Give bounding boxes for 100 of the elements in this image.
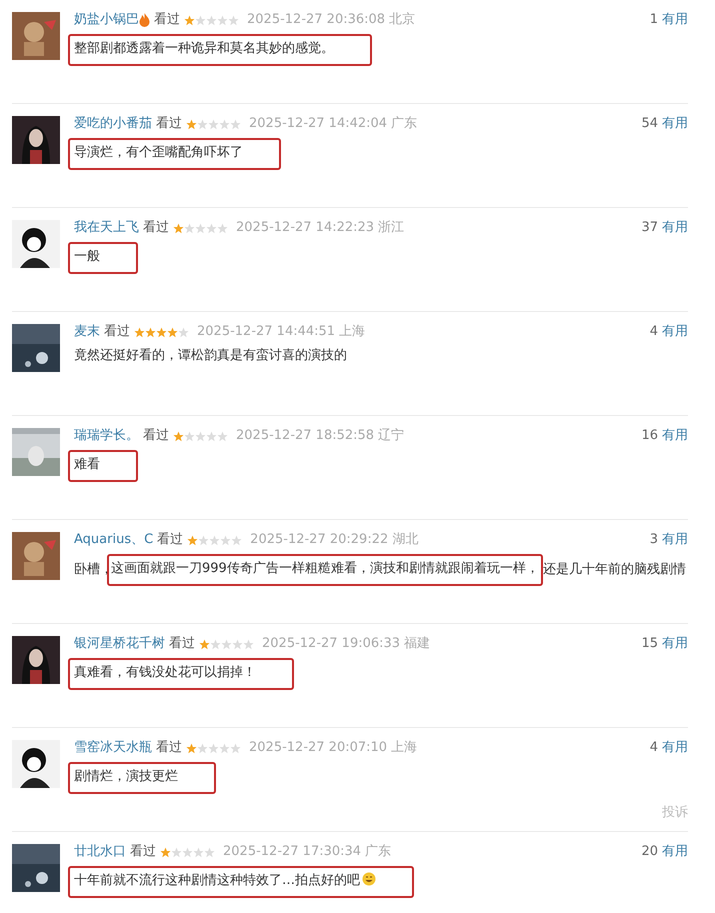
comment-time: 2025-12-27 17:30:34 bbox=[223, 843, 362, 861]
useful-link[interactable]: 有用 bbox=[662, 842, 688, 862]
star-icon bbox=[217, 14, 228, 26]
comment-time: 2025-12-27 14:22:23 bbox=[236, 219, 374, 237]
star-icon bbox=[195, 222, 206, 234]
useful-link[interactable]: 有用 bbox=[662, 218, 688, 238]
comment-time: 2025-12-27 20:36:08 bbox=[247, 11, 386, 29]
star-icon bbox=[230, 742, 241, 754]
star-icon bbox=[210, 638, 221, 650]
vote-count: 1 bbox=[650, 11, 658, 29]
highlighted-comment: 难看 bbox=[68, 450, 138, 482]
vote-count: 37 bbox=[641, 219, 658, 237]
star-icon bbox=[182, 846, 193, 858]
watched-status: 看过 bbox=[143, 219, 169, 237]
comment-time: 2025-12-27 14:44:51 bbox=[197, 323, 336, 341]
star-icon bbox=[206, 222, 217, 234]
user-name[interactable]: 爱吃的小番茄 bbox=[74, 114, 152, 134]
useful-link[interactable]: 有用 bbox=[662, 114, 688, 134]
highlighted-comment: 导演烂，有个歪嘴配角吓坏了 bbox=[68, 138, 281, 170]
useful-link[interactable]: 有用 bbox=[662, 10, 688, 30]
star-icon bbox=[173, 430, 184, 442]
comment-time: 2025-12-27 14:42:04 bbox=[249, 115, 388, 133]
comment-time: 2025-12-27 20:29:22 bbox=[250, 531, 388, 549]
useful-link[interactable]: 有用 bbox=[662, 738, 688, 758]
star-icon bbox=[145, 326, 156, 338]
comment-region: 广东 bbox=[391, 115, 418, 133]
vote-count: 20 bbox=[641, 843, 658, 861]
star-icon bbox=[197, 118, 208, 130]
star-icon bbox=[193, 846, 204, 858]
user-name[interactable]: 麦末 bbox=[74, 322, 100, 342]
comment-region: 浙江 bbox=[378, 219, 404, 237]
highlighted-comment: 一般 bbox=[68, 242, 138, 274]
star-icon bbox=[160, 846, 171, 858]
star-icon bbox=[217, 222, 228, 234]
star-icon bbox=[209, 534, 220, 546]
star-icon bbox=[232, 638, 243, 650]
user-name[interactable]: 瑞瑞学长。 bbox=[74, 426, 139, 446]
star-icon bbox=[221, 638, 232, 650]
highlighted-comment: 整部剧都透露着一种诡异和莫名其妙的感觉。 bbox=[68, 34, 372, 66]
star-icon bbox=[206, 14, 217, 26]
star-icon bbox=[195, 430, 206, 442]
star-icon bbox=[208, 742, 219, 754]
comment-region: 北京 bbox=[389, 11, 416, 29]
useful-link[interactable]: 有用 bbox=[662, 322, 688, 342]
comment-text: 竟然还挺好看的，谭松韵真是有蛮讨喜的演技的 bbox=[74, 347, 347, 365]
comment-region: 上海 bbox=[391, 739, 418, 757]
watched-status: 看过 bbox=[130, 843, 156, 861]
user-name[interactable]: 奶盐小锅巴 bbox=[74, 10, 139, 30]
comment-region: 辽宁 bbox=[378, 427, 404, 445]
star-icon bbox=[198, 534, 210, 546]
star-icon bbox=[217, 430, 228, 442]
star-icon bbox=[220, 534, 232, 546]
comment-time: 2025-12-27 20:07:10 bbox=[249, 739, 388, 757]
comment-region: 广东 bbox=[365, 843, 392, 861]
star-icon bbox=[197, 742, 208, 754]
user-name[interactable]: Aquarius、C bbox=[74, 530, 154, 550]
highlighted-comment: 真难看，有钱没处花可以捐掉！ bbox=[68, 658, 294, 690]
star-icon bbox=[184, 14, 195, 26]
useful-link[interactable]: 有用 bbox=[662, 530, 688, 550]
user-name[interactable]: 银河星桥花千树 bbox=[74, 634, 165, 654]
star-icon bbox=[186, 742, 197, 754]
watched-status: 看过 bbox=[156, 115, 182, 133]
vote-count: 4 bbox=[650, 323, 658, 341]
star-icon bbox=[184, 222, 195, 234]
vote-count: 15 bbox=[641, 635, 658, 653]
comment-region: 上海 bbox=[339, 323, 366, 341]
user-name[interactable]: 雪窑冰天水瓶 bbox=[74, 738, 152, 758]
star-icon bbox=[195, 14, 206, 26]
comment-time: 2025-12-27 19:06:33 bbox=[262, 635, 400, 653]
user-name[interactable]: 我在天上飞 bbox=[74, 218, 139, 238]
highlighted-comment: 这画面就跟一刀999传奇广告一样粗糙难看，演技和剧情就跟闹着玩一样， bbox=[107, 554, 543, 586]
star-icon bbox=[228, 14, 239, 26]
watched-status: 看过 bbox=[104, 323, 130, 341]
useful-link[interactable]: 有用 bbox=[662, 426, 688, 446]
star-icon bbox=[134, 326, 145, 338]
vote-count: 4 bbox=[650, 739, 658, 757]
star-icon bbox=[187, 534, 198, 546]
star-icon bbox=[171, 846, 182, 858]
star-icon bbox=[167, 326, 178, 338]
star-icon bbox=[231, 534, 242, 546]
star-icon bbox=[243, 638, 254, 650]
star-icon bbox=[208, 118, 219, 130]
star-icon bbox=[173, 222, 184, 234]
star-icon bbox=[184, 430, 195, 442]
watched-status: 看过 bbox=[143, 427, 169, 445]
useful-link[interactable]: 有用 bbox=[662, 634, 688, 654]
star-icon bbox=[199, 638, 210, 650]
star-icon bbox=[219, 118, 230, 130]
star-icon bbox=[186, 118, 197, 130]
comment-region: 湖北 bbox=[392, 531, 418, 549]
watched-status: 看过 bbox=[154, 11, 180, 29]
watched-status: 看过 bbox=[157, 531, 184, 549]
vote-count: 54 bbox=[641, 115, 658, 133]
vote-count: 3 bbox=[650, 531, 658, 549]
watched-status: 看过 bbox=[156, 739, 182, 757]
user-name[interactable]: 廿北水口 bbox=[74, 842, 126, 862]
star-icon bbox=[206, 430, 217, 442]
star-icon bbox=[219, 742, 230, 754]
star-icon bbox=[230, 118, 241, 130]
star-icon bbox=[204, 846, 215, 858]
